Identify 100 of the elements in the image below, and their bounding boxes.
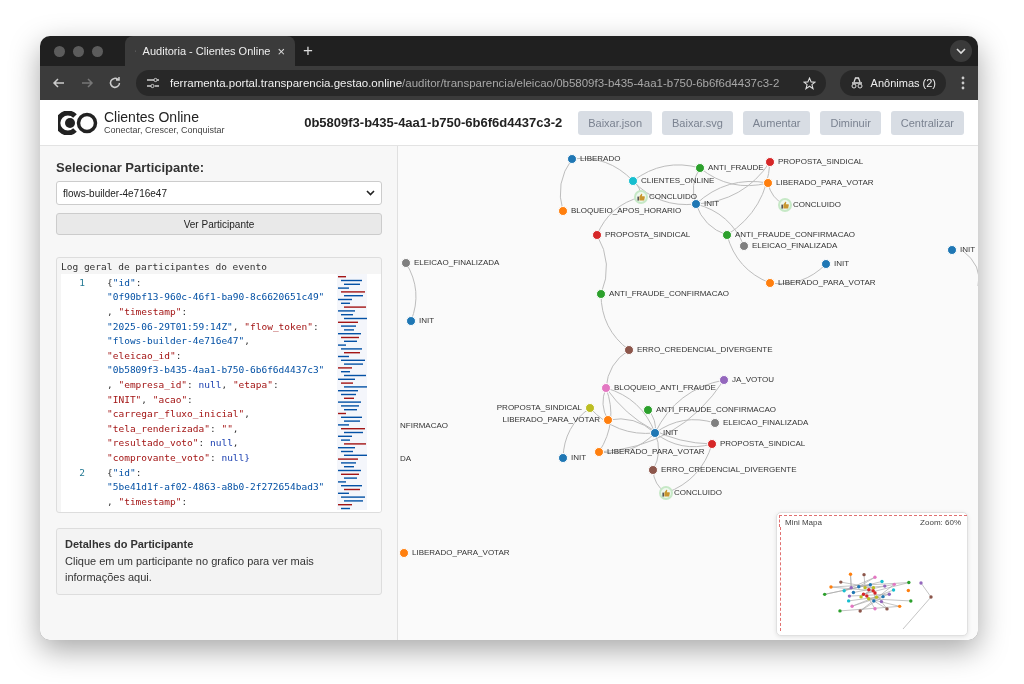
line-number: 2 [78,466,85,478]
node-label: LIBERADO_PARA_VOTAR [776,179,874,187]
done-node[interactable] [634,190,648,204]
code-line: "5be41d1f-af02-4863-a8b0-2f272654bad3" [107,481,325,493]
graph-node[interactable] [406,316,416,326]
code-line: "INIT", "acao": [107,393,193,405]
browser-tab[interactable]: Auditoria - Clientes Online × [125,36,295,66]
code-line: "carregar_fluxo_inicial", [107,408,250,420]
node-label: INIT [419,317,435,325]
graph-node[interactable] [650,428,660,438]
code-line: "flows-builder-4e716e47", [107,335,250,347]
node-label: ELEICAO_FINALIZADA [723,419,809,427]
code-line: {"id": [107,466,142,478]
code-line: "resultado_voto": null, [107,437,239,449]
node-label: JA_VOTOU [732,376,775,384]
code-line: , "timestamp": [107,306,188,317]
new-tab-button[interactable]: + [303,41,313,61]
node-label: ANTI_FRAUDE_CONFIRMACAO [656,406,776,414]
node-label: LIBERADO_PARA_VOTAR [502,416,600,424]
graph-node[interactable] [643,405,653,415]
line-number: 1 [78,276,85,288]
graph-node[interactable] [624,345,634,355]
node-label: CONCLUIDO [674,489,722,497]
reload-icon[interactable] [108,76,122,90]
incognito-icon [849,77,864,89]
graph-node[interactable] [722,230,732,240]
close-window-icon[interactable] [54,45,65,57]
graph-node[interactable] [710,418,720,428]
minimap-panel[interactable]: Mini Mapa Zoom: 60% [776,512,968,636]
graph-node[interactable] [596,289,606,299]
graph-node[interactable] [739,241,749,251]
thumbs-up-icon [637,193,645,201]
graph-node[interactable] [399,548,409,558]
zoom-level: Zoom: 60% [920,518,961,527]
node-label: ELEICAO_FINALIZADA [752,242,838,250]
graph-node[interactable] [592,230,602,240]
node-label: ANTI_FRAUDE [708,164,764,172]
node-label: PROPOSTA_SINDICAL [720,440,806,448]
graph-node[interactable] [765,278,775,288]
chevron-down-icon [366,190,375,196]
graph-node[interactable] [567,154,577,164]
code-line: {"id": [107,276,142,288]
node-label: BLOQUEIO_ANTI_FRAUDE [614,384,716,392]
graph-node[interactable] [707,439,717,449]
graph-node[interactable] [947,245,957,255]
graph-node[interactable] [558,453,568,463]
graph-node[interactable] [594,447,604,457]
forward-icon[interactable] [80,76,94,90]
node-label: INIT [571,454,587,462]
node-label: INIT [704,200,720,208]
menu-icon[interactable] [960,76,966,90]
graph-node[interactable] [603,415,613,425]
site-settings-icon[interactable] [146,77,160,89]
node-label: PROPOSTA_SINDICAL [496,404,582,412]
graph-node[interactable] [628,176,638,186]
tab-search-button[interactable] [950,40,972,62]
node-label: PROPOSTA_SINDICAL [605,231,691,239]
participant-select[interactable]: flows-builder-4e716e47 [56,181,382,205]
graph-node[interactable] [585,403,595,413]
code-line: "tela_renderizada": "", [107,422,239,434]
back-icon[interactable] [52,76,66,90]
graph-node[interactable] [765,157,775,167]
election-id-title: 0b5809f3-b435-4aa1-b750-6b6f6d4437c3-2 [304,115,563,130]
graph-node[interactable] [401,258,411,268]
graph-node[interactable] [695,163,705,173]
close-tab-button[interactable]: × [277,43,285,59]
graph-node[interactable] [719,375,729,385]
select-label: Selecionar Participante: [56,160,206,175]
code-line: , "empresa_id": null, "etapa": [107,378,279,390]
node-label: ANTI_FRAUDE_CONFIRMACAO [735,231,855,239]
node-label: PROPOSTA_SINDICAL [778,158,864,166]
done-node[interactable] [659,486,673,500]
view-participant-button[interactable]: Ver Participante [56,213,382,235]
code-line: "0b5809f3-b435-4aa1-b750-6b6f6d4437c3" [107,364,325,376]
tab-title: Auditoria - Clientes Online [142,45,271,57]
incognito-profile-button[interactable]: Anônimas (2) [839,70,946,96]
graph-node[interactable] [601,383,611,393]
node-label: INIT [834,260,850,268]
done-node[interactable] [778,198,792,212]
code-line: "2025-06-29T01:59:14Z", "flow_token": [107,320,319,332]
graph-node[interactable] [763,178,773,188]
node-label: INIT [663,429,679,437]
thumbs-up-icon [781,201,789,209]
address-field[interactable]: ferramenta.portal.transparencia.gestao.online/auditor/transparencia/eleicao/0b5809f3-b435-4aa1-b750-6b6f6d4437c3-2 [136,70,826,96]
minimap-title: Mini Mapa [785,518,822,527]
minimize-window-icon[interactable] [73,45,84,57]
code-line: "comprovante_voto": null} [107,451,251,463]
graph-node[interactable] [648,465,658,475]
node-label: CONCLUIDO [793,201,841,209]
node-label: LIBERADO_PARA_VOTAR [607,448,705,456]
node-label: LIBERADO_PARA_VOTAR [412,549,510,557]
node-label: DA [400,455,412,463]
thumbs-up-icon [662,489,670,497]
code-line: "0f90bf13-960c-46f1-ba90-8c6620651c49" [107,291,325,303]
node-label: CLIENTES_ONLINE [641,177,715,185]
graph-node[interactable] [691,199,701,209]
graph-node[interactable] [821,259,831,269]
graph-node[interactable] [558,206,568,216]
bookmark-star-icon[interactable] [802,76,816,90]
maximize-window-icon[interactable] [92,45,103,57]
